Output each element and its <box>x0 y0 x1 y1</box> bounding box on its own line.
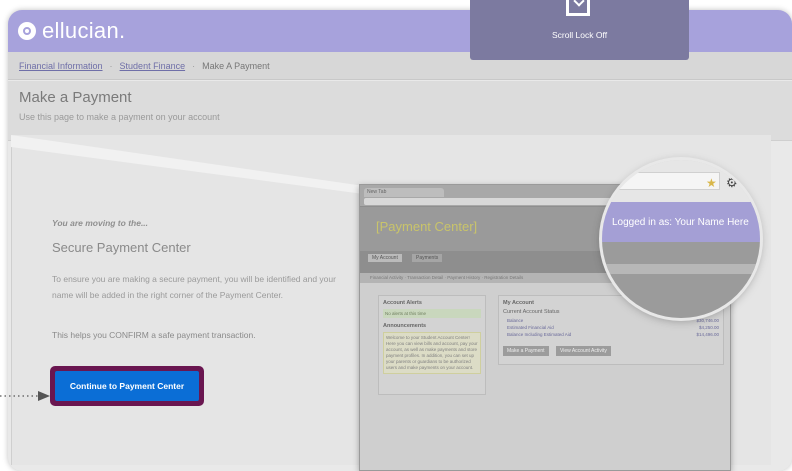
breadcrumb-separator: · <box>192 60 196 71</box>
preview-balance-aid-value: $14,496.00 <box>696 332 719 337</box>
description-text: To ensure you are making a secure paymen… <box>52 274 336 300</box>
preview-alerts-panel: Account Alerts No alerts at this time An… <box>378 295 486 395</box>
continue-to-payment-center-button[interactable]: Continue to Payment Center <box>55 371 199 401</box>
scroll-lock-toast: Scroll Lock Off <box>470 0 689 60</box>
moving-text: You are moving to the... <box>52 218 149 228</box>
page-header: Make a Payment Use this page to make a p… <box>8 81 792 141</box>
preview-balance-label: Balance <box>507 318 524 323</box>
breadcrumb-student-finance[interactable]: Student Finance <box>120 61 186 71</box>
breadcrumb-separator: · <box>109 60 113 71</box>
scroll-lock-icon <box>566 0 590 16</box>
preview-aid-value: $4,250.00 <box>698 325 719 330</box>
preview-view-activity-button: View Account Activity <box>555 346 611 356</box>
preview-balance-row: Balance $30,746.00 <box>507 318 719 323</box>
brand-logo[interactable]: ellucian. <box>18 18 125 44</box>
ellucian-logo-icon <box>18 22 36 40</box>
callout-wedge <box>11 135 371 195</box>
preview-browser-tab: New Tab <box>364 188 444 197</box>
magnifier-nav-area <box>602 242 760 318</box>
preview-make-payment-button: Make a Payment <box>503 346 549 356</box>
magnifier-callout: ★ ⚙ Logged in as: Your Name Here <box>602 160 760 318</box>
preview-announcement-body: Welcome to your Student Account Center! … <box>383 332 481 374</box>
star-icon: ★ <box>706 176 717 190</box>
preview-title: [Payment Center] <box>376 219 478 234</box>
preview-tab-my-account: My Account <box>368 254 402 262</box>
magnifier-address-bar <box>602 172 720 190</box>
breadcrumb-financial-information[interactable]: Financial Information <box>19 61 103 71</box>
confirm-text: This helps you CONFIRM a safe payment tr… <box>52 330 256 340</box>
preview-alerts-note: No alerts at this time <box>383 309 481 318</box>
preview-alerts-heading: Account Alerts <box>383 300 422 306</box>
preview-aid-label: Estimated Financial Aid <box>507 325 554 330</box>
preview-balance-aid-row: Balance Including Estimated Aid $14,496.… <box>507 332 719 337</box>
scroll-lock-text: Scroll Lock Off <box>551 30 608 40</box>
page-subtitle: Use this page to make a payment on your … <box>19 112 220 122</box>
page-title: Make a Payment <box>19 89 132 106</box>
magnifier-subnav-stripe <box>602 264 760 274</box>
preview-balance-aid-label: Balance Including Estimated Aid <box>507 332 572 337</box>
preview-aid-row: Estimated Financial Aid $4,250.00 <box>507 325 719 330</box>
preview-balance-value: $30,746.00 <box>696 318 719 323</box>
logged-in-as-text: Logged in as: Your Name Here <box>612 217 749 228</box>
brand-name: ellucian. <box>42 18 126 43</box>
pointer-arrow-icon <box>0 391 50 401</box>
preview-tab-payments: Payments <box>412 254 443 262</box>
breadcrumb-current: Make A Payment <box>202 60 270 71</box>
continue-button-highlight: Continue to Payment Center <box>50 366 204 406</box>
preview-announcements-heading: Announcements <box>383 323 427 329</box>
gear-icon: ⚙ <box>726 175 738 190</box>
secure-payment-title: Secure Payment Center <box>52 240 191 255</box>
